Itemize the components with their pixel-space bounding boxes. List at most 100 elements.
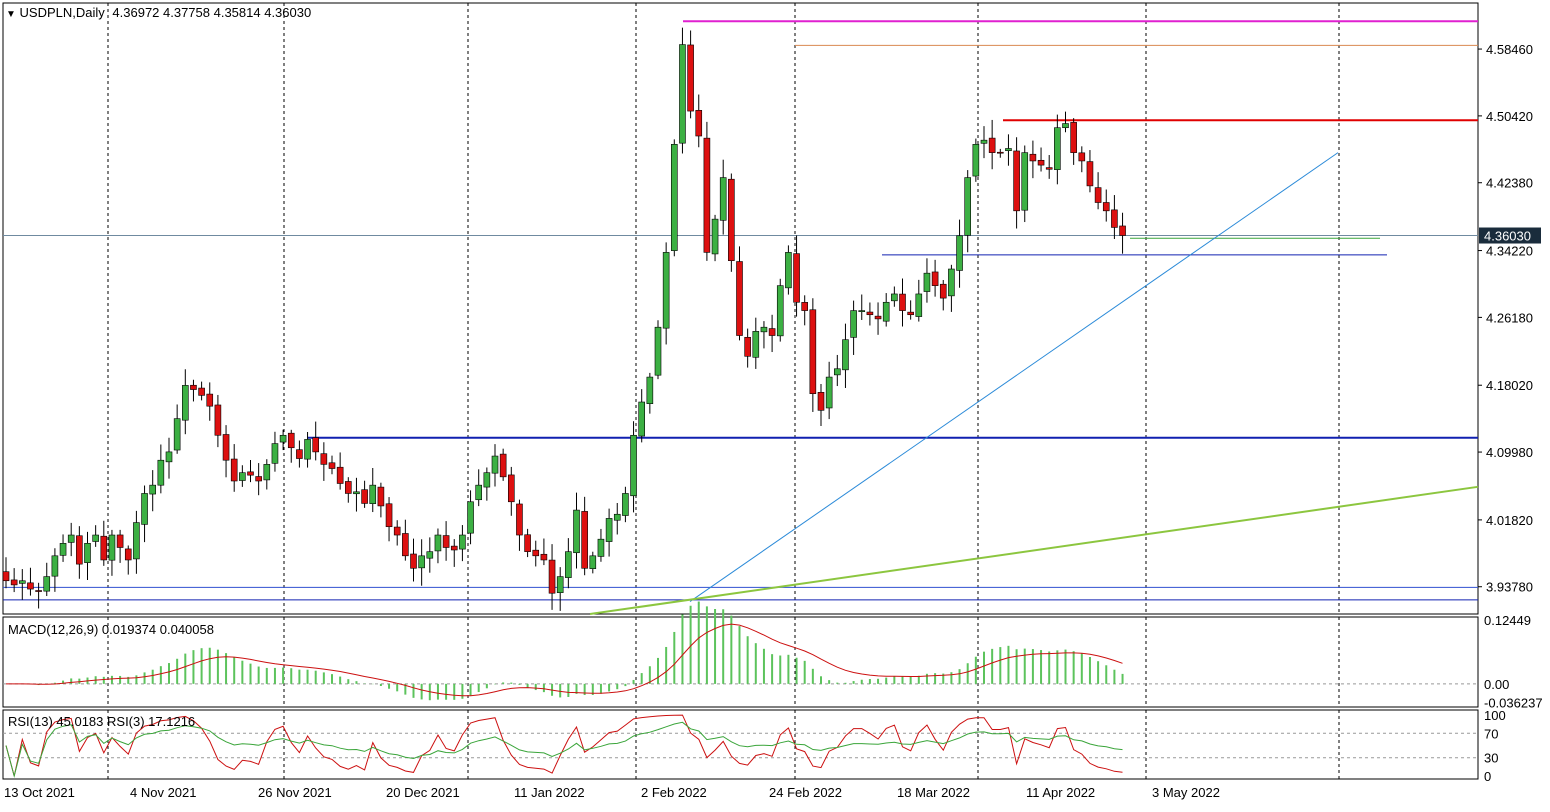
candle <box>377 482 385 518</box>
candle <box>149 470 156 512</box>
bear-candle-body <box>540 553 548 561</box>
bear-candle-body <box>198 387 205 396</box>
candle <box>882 293 890 327</box>
bear-candle-body <box>1119 225 1126 236</box>
bear-candle-body <box>581 511 588 569</box>
candle <box>336 452 344 490</box>
candle <box>393 520 401 546</box>
bull-candle-body <box>51 555 59 577</box>
bull-candle-body <box>670 144 678 251</box>
bear-candle-body <box>222 434 230 461</box>
chart-header: ▼ USDPLN,Daily 4.36972 4.37758 4.35814 4… <box>6 5 311 20</box>
candle <box>833 354 841 387</box>
bull-candle-body <box>157 459 165 486</box>
bear-candle-body <box>2 571 10 582</box>
candle <box>344 477 352 503</box>
bull-candle-body <box>353 491 360 495</box>
bull-candle-body <box>369 484 377 504</box>
bull-candle-body <box>719 177 727 221</box>
bull-candle-body <box>776 285 784 337</box>
candle <box>18 569 26 600</box>
candle <box>719 159 727 235</box>
bear-candle-body <box>361 489 368 504</box>
bear-candle-body <box>1094 187 1102 203</box>
bull-candle-body <box>133 522 140 560</box>
candle <box>1111 195 1118 240</box>
bear-candle-body <box>328 462 336 469</box>
bear-candle-body <box>736 261 743 336</box>
bull-candle-body <box>434 534 442 552</box>
rsi13-line <box>5 721 1123 778</box>
rsi-tick-label: 0 <box>1484 769 1491 784</box>
bear-candle-body <box>296 449 303 459</box>
bear-candle-body <box>874 315 882 320</box>
chart-svg[interactable]: 4.58460 4.50420 4.42380 4.34220 4.26180 4.180… <box>0 0 1550 807</box>
bear-candle-body <box>377 486 385 507</box>
bear-candle-body <box>206 393 214 407</box>
candle <box>1094 172 1102 210</box>
bear-candle-body <box>793 253 800 303</box>
candle <box>165 437 173 479</box>
bear-candle-body <box>817 391 825 411</box>
candle <box>434 528 442 564</box>
bear-candle-body <box>35 590 42 592</box>
bear-candle-body <box>320 453 328 465</box>
candle <box>842 323 849 388</box>
candle <box>1045 155 1053 179</box>
candle <box>418 539 425 586</box>
price-tick-label: 4.58460 <box>1486 42 1533 57</box>
macd-tick-label: 0.00 <box>1484 677 1509 692</box>
date-tick-label: 11 Apr 2022 <box>1026 785 1095 800</box>
candle <box>369 467 377 513</box>
candle <box>51 548 59 592</box>
candle <box>133 510 140 574</box>
bear-candle-body <box>809 309 817 395</box>
candle <box>695 94 703 148</box>
candle <box>703 121 711 261</box>
bull-candle-body <box>923 272 931 292</box>
price-tick-label: 4.18020 <box>1486 378 1533 393</box>
date-tick-label: 20 Dec 2021 <box>386 785 460 800</box>
candle <box>141 485 148 543</box>
date-tick-label: 3 May 2022 <box>1152 785 1220 800</box>
candle <box>116 529 124 563</box>
candle <box>768 314 776 353</box>
candle <box>214 394 222 448</box>
candle <box>891 286 898 307</box>
candle <box>426 537 434 573</box>
candle <box>907 300 914 320</box>
candle <box>35 582 42 609</box>
bull-candle-body <box>597 538 605 557</box>
candle <box>597 528 605 562</box>
candle <box>173 404 181 454</box>
candle <box>263 459 271 490</box>
candle <box>1037 147 1045 172</box>
candle <box>1086 150 1094 193</box>
bear-candle-body <box>100 535 108 561</box>
candle <box>1078 146 1086 173</box>
candle <box>279 429 287 451</box>
candle <box>507 466 515 516</box>
chart-root[interactable]: 4.58460 4.50420 4.42380 4.34220 4.26180 4.180… <box>0 0 1550 807</box>
bull-candle-body <box>589 555 597 569</box>
bear-candle-body <box>247 471 254 476</box>
bull-candle-body <box>1005 148 1012 152</box>
bull-candle-body <box>108 534 116 561</box>
candle <box>760 321 768 349</box>
bear-candle-body <box>312 437 320 453</box>
bull-candle-body <box>915 293 923 317</box>
candle <box>10 568 18 593</box>
candle <box>320 442 328 481</box>
bull-candle-body <box>882 301 890 322</box>
bear-candle-body <box>214 404 222 436</box>
bear-candle-body <box>744 336 751 357</box>
candle <box>988 119 996 170</box>
candle <box>43 562 51 597</box>
candle <box>556 567 564 611</box>
bear-candle-body <box>532 549 540 557</box>
bear-candle-body <box>385 503 393 528</box>
collapse-triangle-icon[interactable]: ▼ <box>6 9 16 20</box>
candle <box>59 534 67 562</box>
price-tick-label: 4.26180 <box>1486 310 1533 325</box>
bear-candle-body <box>939 283 947 299</box>
